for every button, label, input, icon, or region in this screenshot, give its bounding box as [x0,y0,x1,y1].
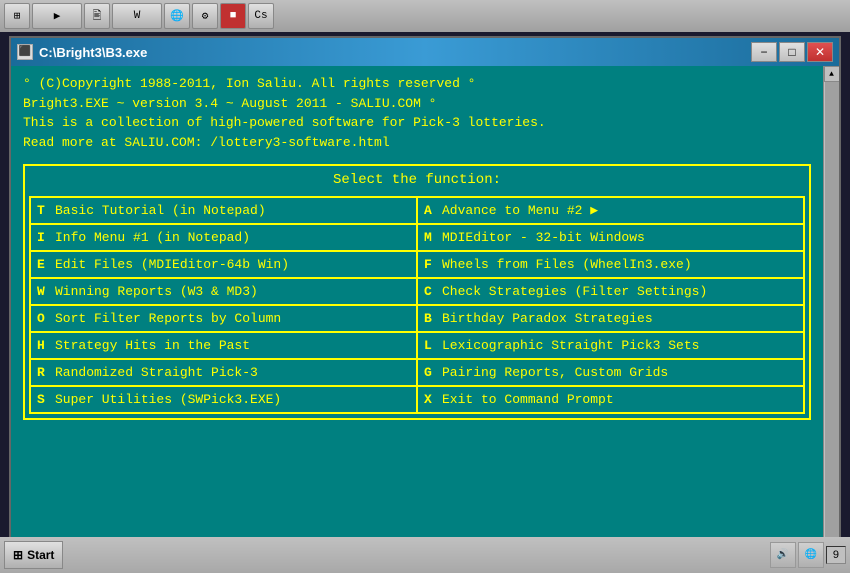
taskbar-btn-1[interactable]: ⊞ [4,3,30,29]
menu-title: Select the function: [29,170,805,190]
menu-box: Select the function: T Basic Tutorial (in… [23,164,811,420]
menu-key-o: O [37,311,47,326]
menu-item-b[interactable]: B Birthday Paradox Strategies [417,305,804,332]
window-title: C:\Bright3\B3.exe [39,45,147,60]
menu-key-i: I [37,230,47,245]
menu-label-e: Edit Files (MDIEditor-64b Win) [55,257,289,272]
menu-key-c: C [424,284,434,299]
taskbar-btn-2[interactable]: ▶ [32,3,82,29]
taskbar-btn-5[interactable]: 🌐 [164,3,190,29]
taskbar-btn-8[interactable]: Cs [248,3,274,29]
menu-label-s: Super Utilities (SWPick3.EXE) [55,392,281,407]
header-text: ° (C)Copyright 1988-2011, Ion Saliu. All… [23,74,811,152]
tray-icon-1[interactable]: 🔊 [770,542,796,568]
menu-item-m[interactable]: M MDIEditor - 32-bit Windows [417,224,804,251]
menu-key-e: E [37,257,47,272]
scrollbar[interactable]: ▲ ▼ [823,66,839,566]
menu-label-f: Wheels from Files (WheelIn3.exe) [442,257,692,272]
menu-key-t: T [37,203,47,218]
menu-key-x: X [424,392,434,407]
title-bar: ⬛ C:\Bright3\B3.exe − □ ✕ [11,38,839,66]
close-button[interactable]: ✕ [807,42,833,62]
scroll-track[interactable] [825,82,839,550]
menu-item-l[interactable]: L Lexicographic Straight Pick3 Sets [417,332,804,359]
menu-label-g: Pairing Reports, Custom Grids [442,365,668,380]
menu-label-o: Sort Filter Reports by Column [55,311,281,326]
menu-item-x[interactable]: X Exit to Command Prompt [417,386,804,413]
menu-key-b: B [424,311,434,326]
menu-label-a: Advance to Menu #2 ▶ [442,203,598,218]
taskbar-bottom: ⊞Start 🔊 🌐 9 [0,537,850,573]
menu-key-m: M [424,230,434,245]
minimize-button[interactable]: − [751,42,777,62]
console-area: ° (C)Copyright 1988-2011, Ion Saliu. All… [11,66,823,566]
taskbar-btn-6[interactable]: ⚙ [192,3,218,29]
start-button[interactable]: ⊞Start [4,541,63,569]
menu-grid: T Basic Tutorial (in Notepad) A Advance to … [29,196,805,414]
menu-item-o[interactable]: O Sort Filter Reports by Column [30,305,417,332]
system-clock: 9 [826,546,846,564]
header-line2: Bright3.EXE ~ version 3.4 ~ August 2011 … [23,94,811,114]
menu-item-r[interactable]: R Randomized Straight Pick-3 [30,359,417,386]
menu-key-r: R [37,365,47,380]
menu-label-h: Strategy Hits in the Past [55,338,250,353]
window-icon: ⬛ [17,44,33,60]
menu-item-h[interactable]: H Strategy Hits in the Past [30,332,417,359]
menu-item-c[interactable]: C Check Strategies (Filter Settings) [417,278,804,305]
menu-key-s: S [37,392,47,407]
menu-label-m: MDIEditor - 32-bit Windows [442,230,645,245]
menu-label-i: Info Menu #1 (in Notepad) [55,230,250,245]
menu-item-w[interactable]: W Winning Reports (W3 & MD3) [30,278,417,305]
menu-label-r: Randomized Straight Pick-3 [55,365,258,380]
scroll-up-button[interactable]: ▲ [824,66,840,82]
taskbar-btn-4[interactable]: W [112,3,162,29]
maximize-button[interactable]: □ [779,42,805,62]
menu-label-w: Winning Reports (W3 & MD3) [55,284,258,299]
header-line4: Read more at SALIU.COM: /lottery3-softwa… [23,133,811,153]
header-line3: This is a collection of high-powered sof… [23,113,811,133]
menu-label-t: Basic Tutorial (in Notepad) [55,203,266,218]
menu-item-f[interactable]: F Wheels from Files (WheelIn3.exe) [417,251,804,278]
menu-label-b: Birthday Paradox Strategies [442,311,653,326]
menu-item-g[interactable]: G Pairing Reports, Custom Grids [417,359,804,386]
title-controls: − □ ✕ [751,42,833,62]
menu-key-f: F [424,257,434,272]
tray-icon-2[interactable]: 🌐 [798,542,824,568]
menu-item-t[interactable]: T Basic Tutorial (in Notepad) [30,197,417,224]
menu-label-c: Check Strategies (Filter Settings) [442,284,707,299]
menu-item-i[interactable]: I Info Menu #1 (in Notepad) [30,224,417,251]
taskbar-btn-7[interactable]: ■ [220,3,246,29]
menu-key-l: L [424,338,434,353]
menu-key-a: A [424,203,434,218]
menu-label-l: Lexicographic Straight Pick3 Sets [442,338,699,353]
taskbar-top: ⊞ ▶ 🖹 W 🌐 ⚙ ■ Cs [0,0,850,32]
taskbar-btn-3[interactable]: 🖹 [84,3,110,29]
menu-key-g: G [424,365,434,380]
menu-item-a[interactable]: A Advance to Menu #2 ▶ [417,197,804,224]
menu-label-x: Exit to Command Prompt [442,392,614,407]
menu-key-w: W [37,284,47,299]
menu-item-e[interactable]: E Edit Files (MDIEditor-64b Win) [30,251,417,278]
header-line1: ° (C)Copyright 1988-2011, Ion Saliu. All… [23,74,811,94]
menu-item-s[interactable]: S Super Utilities (SWPick3.EXE) [30,386,417,413]
menu-key-h: H [37,338,47,353]
main-window: ⬛ C:\Bright3\B3.exe − □ ✕ ° (C)Copyright… [9,36,841,568]
